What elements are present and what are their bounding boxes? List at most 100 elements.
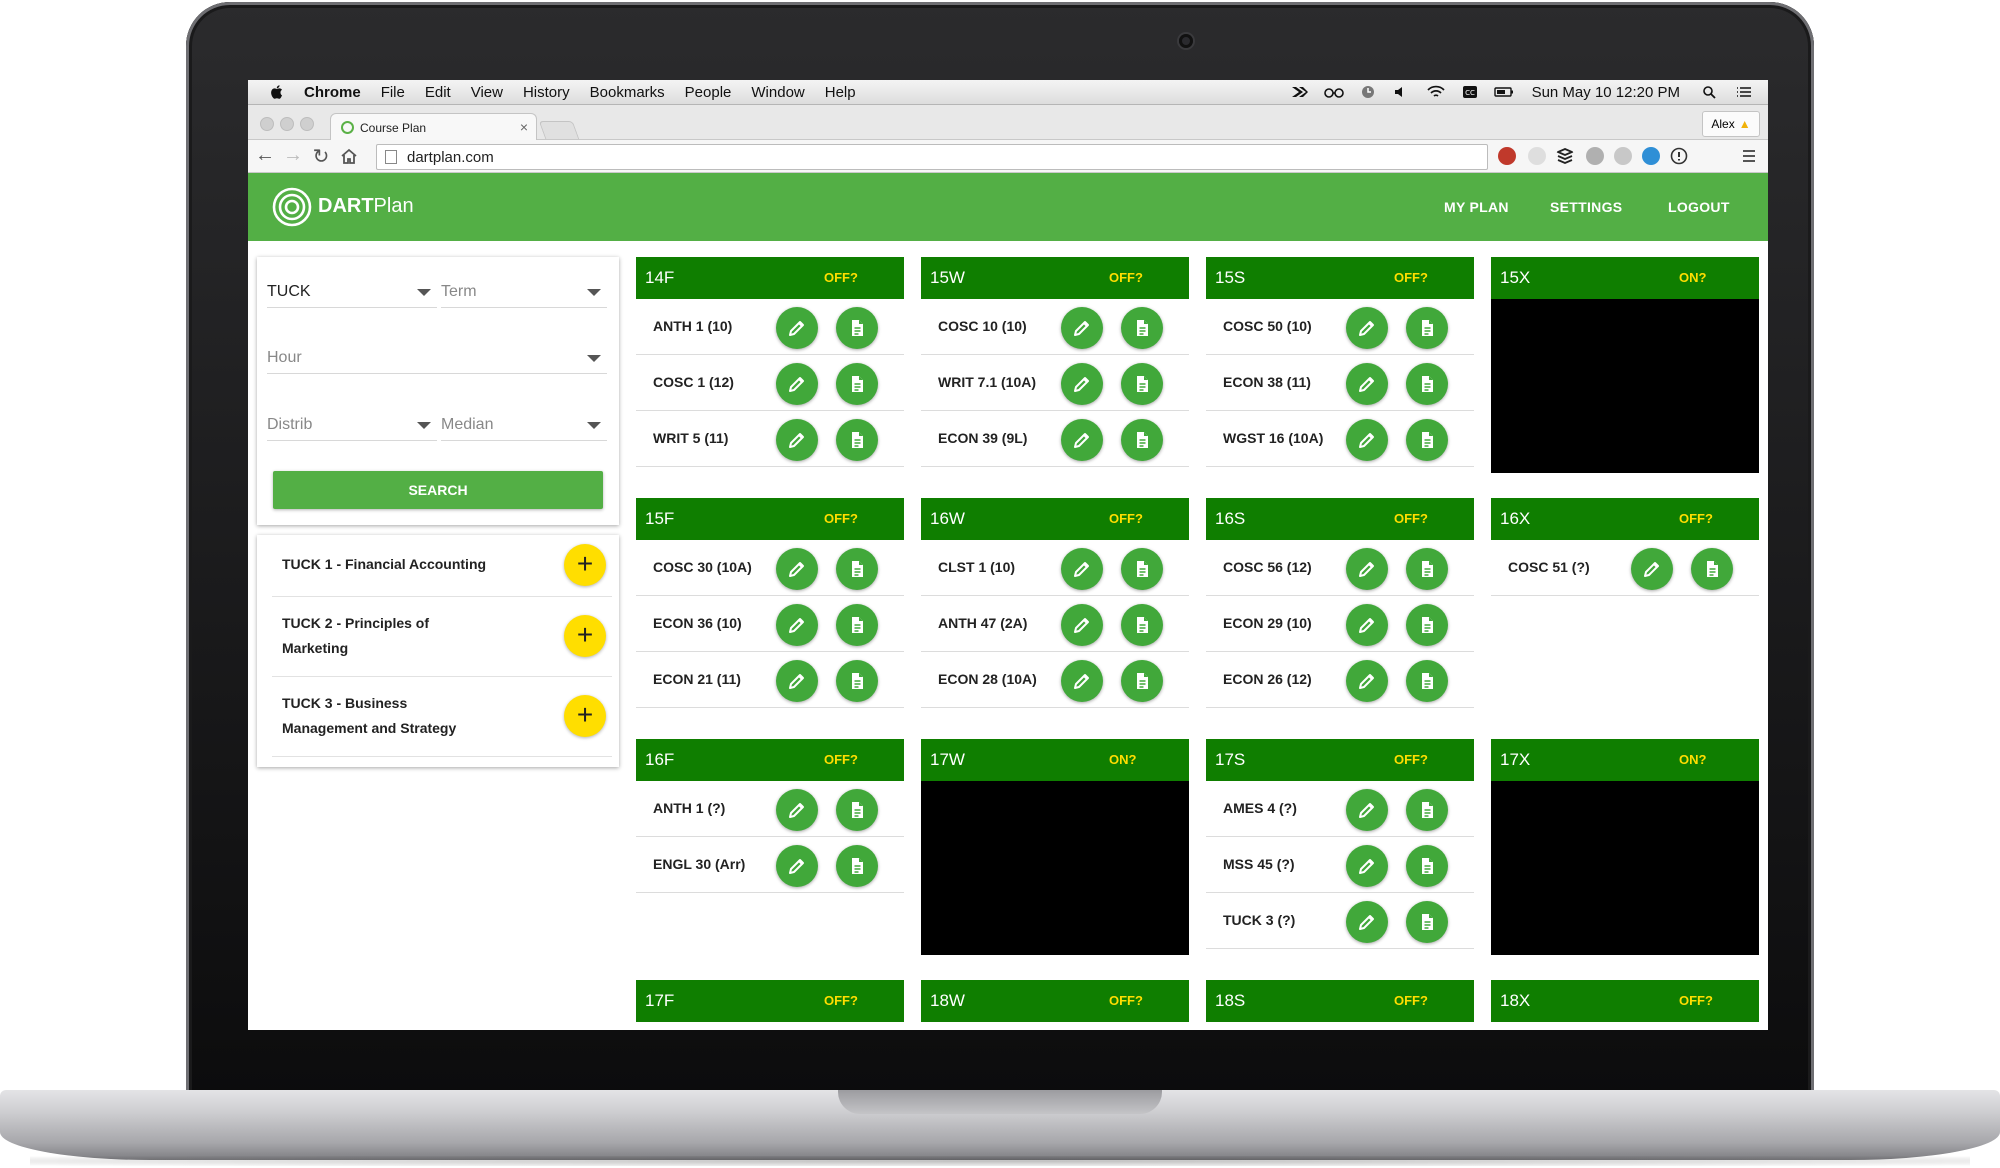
term-toggle[interactable]: OFF? [824, 752, 858, 767]
extension-gray-icon[interactable] [1528, 147, 1546, 165]
result-item[interactable]: TUCK 1 - Financial Accounting + [272, 535, 612, 597]
result-item[interactable]: TUCK 3 - Business Management and Strategy… [272, 677, 612, 757]
volume-icon[interactable] [1392, 85, 1412, 99]
course-details-button[interactable] [1406, 363, 1448, 405]
course-details-button[interactable] [836, 845, 878, 887]
address-bar[interactable]: dartplan.com [376, 144, 1488, 170]
menu-app-name[interactable]: Chrome [304, 84, 361, 101]
battery-icon[interactable] [1493, 85, 1514, 99]
dartplan-logo-icon[interactable] [272, 187, 312, 227]
school-select[interactable]: TUCK [267, 277, 437, 308]
term-select[interactable]: Term [441, 277, 607, 308]
edit-course-button[interactable] [1346, 307, 1388, 349]
hour-select[interactable]: Hour [267, 343, 607, 374]
course-details-button[interactable] [1406, 419, 1448, 461]
back-icon[interactable]: ← [254, 144, 276, 167]
menu-edit[interactable]: Edit [425, 84, 451, 101]
extension-red-icon[interactable] [1498, 147, 1516, 165]
menubar-clock[interactable]: Sun May 10 12:20 PM [1532, 84, 1680, 101]
term-toggle[interactable]: OFF? [1109, 511, 1143, 526]
edit-course-button[interactable] [776, 419, 818, 461]
term-toggle[interactable]: OFF? [1679, 511, 1713, 526]
forward-icon[interactable]: → [282, 144, 304, 167]
course-details-button[interactable] [1121, 363, 1163, 405]
edit-course-button[interactable] [1061, 660, 1103, 702]
course-details-button[interactable] [836, 548, 878, 590]
course-details-button[interactable] [1406, 604, 1448, 646]
new-tab-button[interactable] [538, 121, 580, 139]
edit-course-button[interactable] [776, 845, 818, 887]
term-toggle[interactable]: OFF? [1394, 993, 1428, 1008]
course-details-button[interactable] [1121, 307, 1163, 349]
tab-close-icon[interactable]: × [520, 119, 528, 135]
search-button[interactable]: SEARCH [273, 471, 603, 509]
nav-settings[interactable]: SETTINGS [1550, 199, 1622, 215]
course-details-button[interactable] [836, 363, 878, 405]
chrome-menu-icon[interactable] [1740, 147, 1758, 165]
course-details-button[interactable] [836, 419, 878, 461]
menu-view[interactable]: View [471, 84, 503, 101]
menu-people[interactable]: People [685, 84, 732, 101]
course-details-button[interactable] [1406, 789, 1448, 831]
edit-course-button[interactable] [1061, 419, 1103, 461]
edit-course-button[interactable] [1061, 548, 1103, 590]
add-course-button[interactable]: + [564, 695, 606, 737]
menu-file[interactable]: File [381, 84, 405, 101]
term-toggle[interactable]: OFF? [1109, 270, 1143, 285]
term-toggle[interactable]: OFF? [1394, 270, 1428, 285]
home-icon[interactable] [340, 148, 358, 164]
edit-course-button[interactable] [776, 548, 818, 590]
term-toggle[interactable]: OFF? [1109, 993, 1143, 1008]
edit-course-button[interactable] [776, 789, 818, 831]
course-details-button[interactable] [836, 660, 878, 702]
edit-course-button[interactable] [776, 604, 818, 646]
window-close-button[interactable] [260, 117, 274, 131]
edit-course-button[interactable] [1346, 419, 1388, 461]
edit-course-button[interactable] [1346, 363, 1388, 405]
browser-tab-active[interactable]: Course Plan × [330, 113, 537, 141]
edit-course-button[interactable] [1346, 845, 1388, 887]
edit-course-button[interactable] [1061, 604, 1103, 646]
term-toggle[interactable]: OFF? [824, 993, 858, 1008]
nav-logout[interactable]: LOGOUT [1668, 199, 1730, 215]
profile-button[interactable]: Alex ▲ [1702, 111, 1760, 137]
add-course-button[interactable]: + [564, 615, 606, 657]
course-details-button[interactable] [836, 789, 878, 831]
term-toggle[interactable]: OFF? [1679, 993, 1713, 1008]
course-details-button[interactable] [1691, 548, 1733, 590]
add-course-button[interactable]: + [564, 544, 606, 586]
course-details-button[interactable] [1121, 660, 1163, 702]
menu-history[interactable]: History [523, 84, 570, 101]
term-toggle[interactable]: OFF? [824, 511, 858, 526]
spotlight-icon[interactable] [1700, 85, 1720, 99]
course-details-button[interactable] [836, 604, 878, 646]
notification-center-icon[interactable] [1734, 85, 1754, 99]
result-item[interactable]: TUCK 2 - Principles of Marketing + [272, 597, 612, 677]
term-toggle[interactable]: OFF? [824, 270, 858, 285]
median-select[interactable]: Median [441, 410, 607, 441]
brand-name[interactable]: DARTPlan [318, 195, 414, 218]
course-details-button[interactable] [1121, 419, 1163, 461]
course-details-button[interactable] [836, 307, 878, 349]
window-minimize-button[interactable] [280, 117, 294, 131]
edit-course-button[interactable] [1346, 604, 1388, 646]
menu-window[interactable]: Window [751, 84, 804, 101]
buffer-icon[interactable] [1556, 147, 1574, 165]
edit-course-button[interactable] [1346, 548, 1388, 590]
course-details-button[interactable] [1406, 901, 1448, 943]
edit-course-button[interactable] [1346, 789, 1388, 831]
edit-course-button[interactable] [776, 660, 818, 702]
nav-my-plan[interactable]: MY PLAN [1444, 199, 1509, 215]
course-details-button[interactable] [1406, 660, 1448, 702]
term-toggle[interactable]: ON? [1679, 752, 1706, 767]
glasses-icon[interactable] [1323, 85, 1344, 99]
menu-help[interactable]: Help [825, 84, 856, 101]
term-toggle[interactable]: OFF? [1394, 752, 1428, 767]
info-icon[interactable] [1670, 147, 1688, 165]
edit-course-button[interactable] [776, 307, 818, 349]
menu-bookmarks[interactable]: Bookmarks [590, 84, 665, 101]
apple-icon[interactable] [270, 84, 284, 100]
course-details-button[interactable] [1121, 548, 1163, 590]
term-toggle[interactable]: ON? [1679, 270, 1706, 285]
term-toggle[interactable]: OFF? [1394, 511, 1428, 526]
